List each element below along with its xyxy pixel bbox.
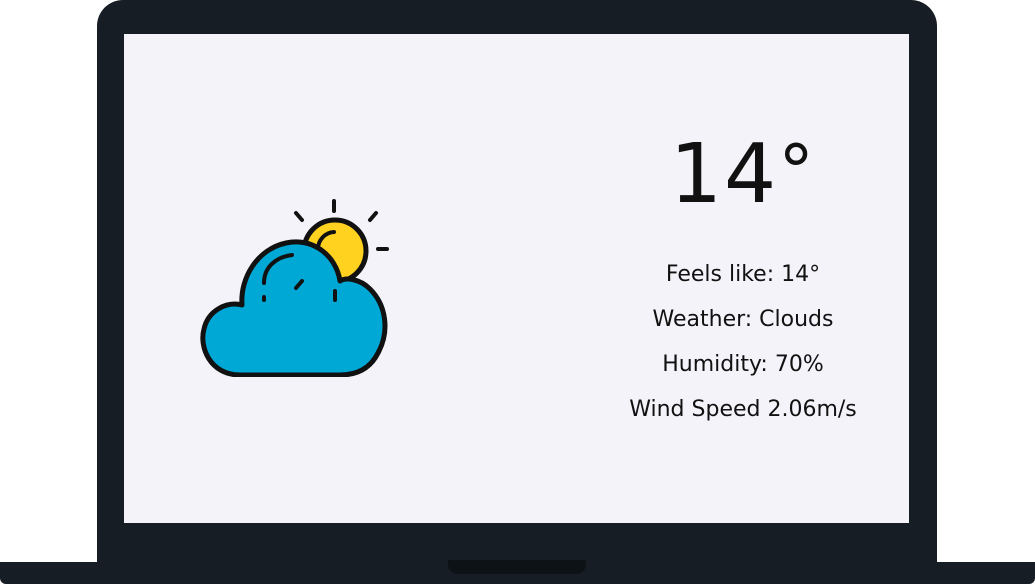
wind-speed-text: Wind Speed 2.06m/s bbox=[629, 397, 857, 422]
humidity-text: Humidity: 70% bbox=[662, 352, 824, 377]
laptop-hinge-notch bbox=[448, 560, 586, 574]
weather-condition-text: Weather: Clouds bbox=[652, 307, 834, 332]
weather-info-panel: 14° Feels like: 14° Weather: Clouds Humi… bbox=[594, 134, 892, 432]
laptop-screen: 14° Feels like: 14° Weather: Clouds Humi… bbox=[124, 34, 909, 523]
feels-like-text: Feels like: 14° bbox=[665, 262, 821, 287]
degree-symbol: ° bbox=[778, 129, 817, 213]
temperature-display: 14° bbox=[594, 134, 892, 216]
laptop-mockup: 14° Feels like: 14° Weather: Clouds Humi… bbox=[0, 0, 1035, 584]
temperature-value: 14 bbox=[669, 127, 779, 222]
partly-cloudy-icon bbox=[200, 197, 390, 378]
